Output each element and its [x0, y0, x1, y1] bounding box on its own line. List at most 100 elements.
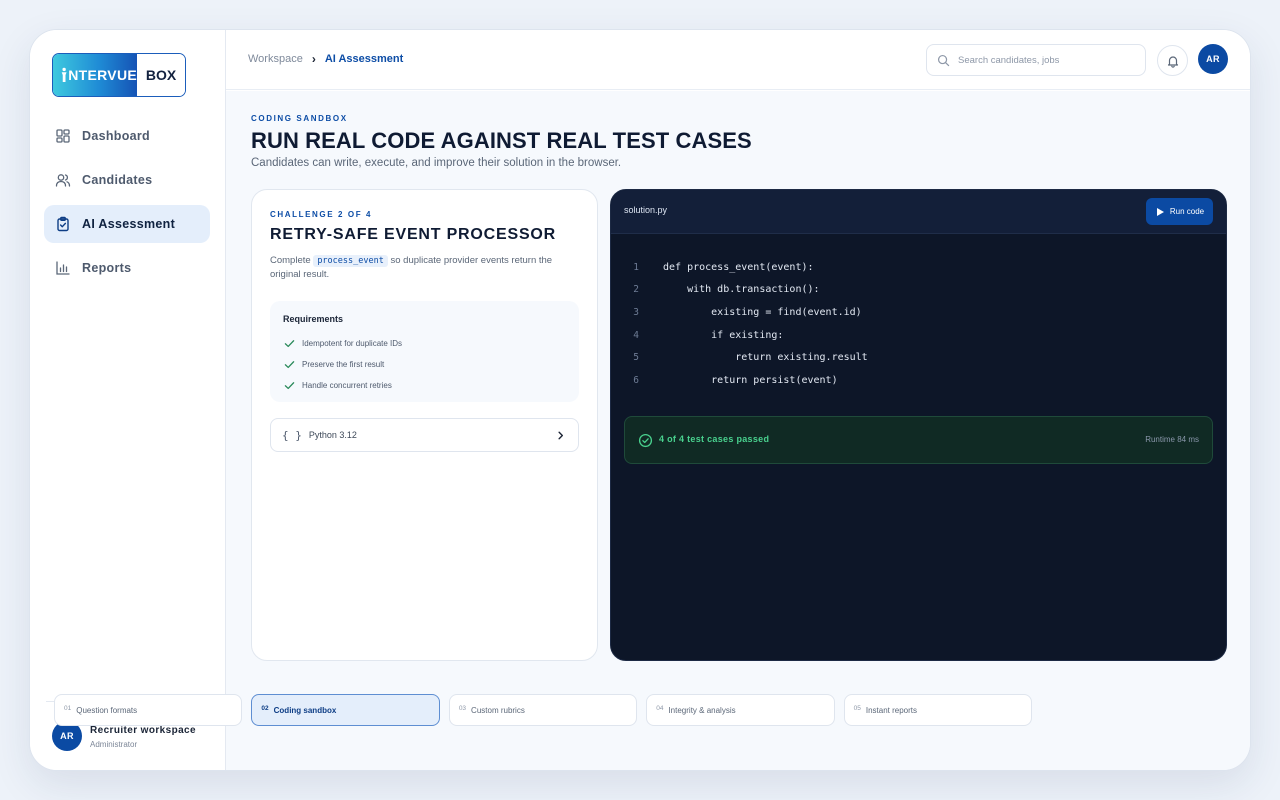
breadcrumb-root[interactable]: Workspace	[248, 53, 303, 65]
check-icon	[284, 361, 295, 369]
line-number: 6	[633, 374, 639, 386]
step-question-formats[interactable]: 01 Question formats	[54, 694, 243, 726]
challenge-counter: CHALLENGE 2 OF 4	[270, 210, 373, 219]
sidebar-item-candidates[interactable]: Candidates	[44, 161, 210, 199]
step-coding-sandbox[interactable]: 02 Coding sandbox	[251, 694, 440, 726]
profile-avatar[interactable]: AR	[1198, 44, 1228, 74]
step-label: Custom rubrics	[471, 705, 525, 715]
language-label: Python 3.12	[308, 430, 357, 440]
sidebar-item-label: Dashboard	[82, 129, 150, 143]
requirement-text: Handle concurrent retries	[302, 381, 392, 390]
user-role: Administrator	[90, 739, 138, 749]
line-number: 3	[633, 306, 639, 318]
breadcrumb-current: AI Assessment	[324, 53, 404, 65]
page-title: RUN REAL CODE AGAINST REAL TEST CASES	[251, 128, 752, 153]
logo-left-text: NTERVUE	[53, 54, 137, 96]
step-number: 04	[656, 704, 664, 712]
bell-icon	[1167, 55, 1178, 68]
brand-logo[interactable]: NTERVUE BOX	[52, 53, 186, 97]
code-text: def process_event(event):	[663, 261, 814, 273]
users-icon	[55, 172, 71, 188]
step-integrity-analysis[interactable]: 04 Integrity & analysis	[646, 694, 835, 726]
requirement-text: Idempotent for duplicate IDs	[302, 339, 403, 348]
topbar: Workspace › AI Assessment AR	[226, 30, 1250, 90]
test-result-text: 4 of 4 test cases passed	[659, 434, 770, 444]
runtime-label: Runtime 84 ms	[1145, 435, 1199, 444]
check-icon	[284, 382, 295, 390]
sidebar: NTERVUE BOX Dashboard Candidates AI Asse…	[30, 30, 226, 770]
code-text: if existing:	[663, 329, 784, 341]
feature-steps: 01 Question formats 02 Coding sandbox 03…	[54, 694, 1033, 726]
code-line: 2 with db.transaction():	[611, 279, 1226, 302]
line-number: 4	[633, 329, 639, 341]
code-line: 1 def process_event(event):	[611, 256, 1226, 279]
sidebar-item-dashboard[interactable]: Dashboard	[44, 117, 210, 155]
code-area[interactable]: 1 def process_event(event): 2 with db.tr…	[611, 256, 1226, 392]
list-item: Handle concurrent retries	[284, 375, 402, 396]
function-name-code: process_event	[313, 255, 388, 267]
code-text: return existing.result	[663, 352, 868, 364]
check-icon	[284, 340, 295, 348]
bar-chart-icon	[55, 260, 71, 276]
user-meta: Recruiter workspace Administrator	[90, 724, 196, 749]
check-circle-icon	[638, 433, 653, 448]
code-line: 6 return persist(event)	[611, 369, 1226, 392]
chevron-right-icon: ›	[311, 52, 316, 66]
list-item: Idempotent for duplicate IDs	[284, 333, 402, 354]
code-line: 5 return existing.result	[611, 346, 1226, 369]
step-label: Integrity & analysis	[668, 705, 736, 715]
breadcrumb: Workspace › AI Assessment	[248, 52, 403, 66]
grid-icon	[55, 128, 71, 144]
search-input[interactable]	[958, 54, 1138, 66]
section-eyebrow: CODING SANDBOX	[251, 114, 348, 123]
sidebar-item-label: AI Assessment	[82, 217, 176, 231]
code-text: existing = find(event.id)	[663, 306, 862, 318]
step-label: Question formats	[76, 705, 138, 715]
test-result-banner: 4 of 4 test cases passed Runtime 84 ms	[624, 416, 1213, 464]
sidebar-item-ai-assessment[interactable]: AI Assessment	[44, 205, 210, 243]
requirements-title: Requirements	[283, 314, 344, 324]
step-number: 02	[261, 704, 269, 712]
filename-tab[interactable]: solution.py	[624, 205, 667, 215]
editor-header: solution.py Run code	[611, 190, 1226, 234]
language-select[interactable]: { } Python 3.12	[270, 418, 579, 452]
logo-right-text: BOX	[137, 54, 185, 96]
search-icon	[937, 54, 950, 66]
step-instant-reports[interactable]: 05 Instant reports	[843, 694, 1033, 726]
logo-left-label: NTERVUE	[68, 67, 137, 83]
main-content: CODING SANDBOX RUN REAL CODE AGAINST REA…	[226, 91, 1250, 770]
sidebar-nav: Dashboard Candidates AI Assessment Repor…	[44, 117, 210, 293]
chevron-right-icon	[558, 431, 564, 440]
app-window: NTERVUE BOX Dashboard Candidates AI Asse…	[29, 29, 1251, 771]
step-label: Instant reports	[865, 705, 917, 715]
code-line: 3 existing = find(event.id)	[611, 301, 1226, 324]
page-subtitle: Candidates can write, execute, and impro…	[251, 157, 622, 169]
code-editor: solution.py Run code 1 def process_event…	[610, 189, 1227, 661]
sidebar-item-label: Reports	[82, 261, 132, 275]
requirements-box: Requirements Idempotent for duplicate ID…	[270, 301, 579, 402]
line-number: 2	[633, 284, 639, 296]
run-code-label: Run code	[1169, 207, 1205, 216]
code-text: return persist(event)	[663, 374, 838, 386]
search-box[interactable]	[926, 44, 1146, 76]
code-text: with db.transaction():	[663, 284, 820, 296]
challenge-card: CHALLENGE 2 OF 4 RETRY-SAFE EVENT PROCES…	[251, 189, 598, 661]
line-number: 1	[633, 261, 639, 273]
step-custom-rubrics[interactable]: 03 Custom rubrics	[448, 694, 638, 726]
run-code-button[interactable]: Run code	[1146, 198, 1213, 225]
step-label: Coding sandbox	[273, 705, 337, 715]
sidebar-item-label: Candidates	[82, 173, 153, 187]
step-number: 03	[458, 704, 467, 712]
sidebar-item-reports[interactable]: Reports	[44, 249, 210, 287]
challenge-title: RETRY-SAFE EVENT PROCESSOR	[270, 226, 557, 243]
play-icon	[1156, 207, 1164, 216]
requirements-list: Idempotent for duplicate IDs Preserve th…	[284, 333, 402, 396]
clipboard-check-icon	[55, 216, 71, 232]
line-number: 5	[633, 352, 639, 364]
desc-prefix: Complete	[270, 255, 311, 266]
code-line: 4 if existing:	[611, 324, 1226, 347]
notifications-button[interactable]	[1157, 45, 1188, 76]
step-number: 05	[853, 704, 861, 712]
challenge-description: Complete process_event so duplicate prov…	[270, 254, 580, 282]
requirement-text: Preserve the first result	[302, 360, 385, 369]
